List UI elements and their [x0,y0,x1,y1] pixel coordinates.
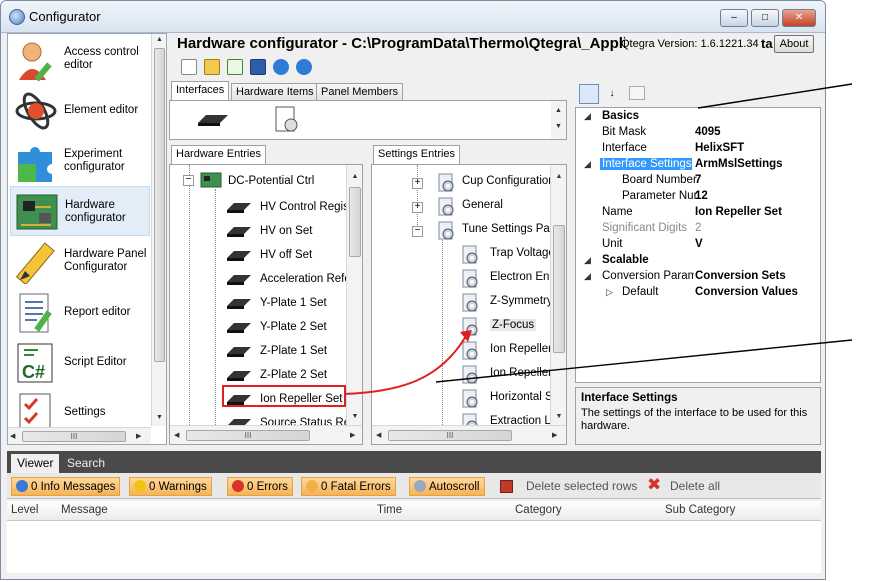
link-arrow [343,335,467,395]
link-arrow-head [460,330,472,342]
callout-line-tree [435,339,853,383]
annotation-overlay [343,83,853,395]
callout-line-properties [697,83,853,109]
